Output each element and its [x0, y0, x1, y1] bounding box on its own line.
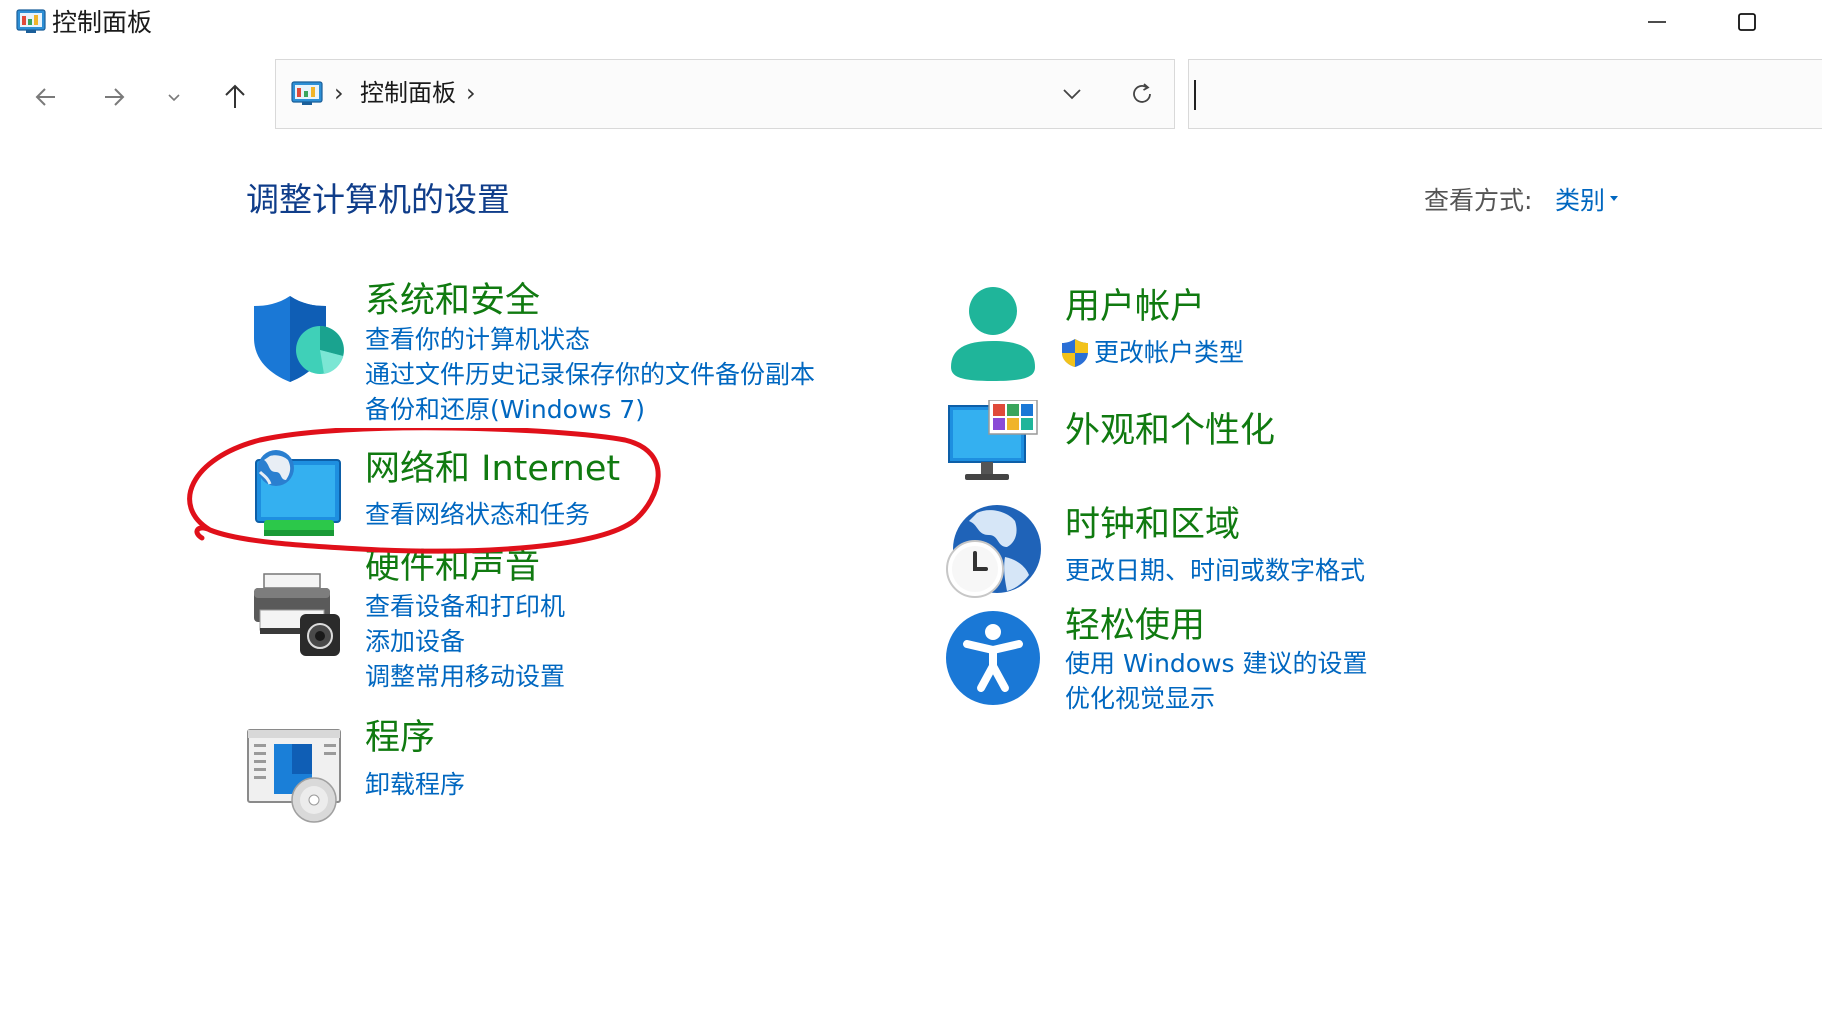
link-windows-suggested-settings[interactable]: 使用 Windows 建议的设置	[1065, 647, 1368, 681]
link-optimize-visual-display[interactable]: 优化视觉显示	[1065, 682, 1215, 716]
clock-globe-icon[interactable]	[945, 503, 1041, 599]
accessibility-icon[interactable]	[945, 610, 1041, 706]
page-title: 调整计算机的设置	[246, 180, 510, 219]
text-cursor	[1194, 80, 1196, 110]
category-appearance-personalization[interactable]: 外观和个性化	[1065, 409, 1275, 453]
link-devices-printers[interactable]: 查看设备和打印机	[365, 590, 565, 624]
address-bar[interactable]: › 控制面板 ›	[275, 59, 1175, 129]
link-mobility-settings[interactable]: 调整常用移动设置	[365, 660, 565, 694]
category-clock-region[interactable]: 时钟和区域	[1065, 503, 1240, 547]
chevron-down-icon	[1063, 89, 1081, 100]
breadcrumb-control-panel[interactable]: 控制面板	[360, 75, 456, 111]
user-icon[interactable]	[945, 285, 1041, 381]
link-file-history-backup[interactable]: 通过文件历史记录保存你的文件备份副本	[365, 358, 815, 392]
link-change-date-time-format[interactable]: 更改日期、时间或数字格式	[1065, 554, 1365, 588]
programs-disc-icon[interactable]	[246, 728, 342, 824]
maximize-button[interactable]	[1702, 0, 1792, 44]
link-uninstall-program[interactable]: 卸载程序	[365, 768, 465, 802]
arrow-up-icon	[225, 84, 245, 108]
breadcrumb-separator[interactable]: ›	[334, 75, 344, 111]
search-input[interactable]	[1188, 59, 1822, 129]
printer-icon[interactable]	[250, 570, 346, 666]
title-bar: 控制面板	[0, 0, 1822, 48]
dropdown-caret-icon[interactable]	[1610, 196, 1618, 201]
up-button[interactable]	[209, 72, 261, 122]
refresh-icon	[1133, 83, 1151, 103]
back-button[interactable]	[20, 72, 72, 122]
chevron-down-icon	[168, 94, 180, 102]
refresh-button[interactable]	[1122, 76, 1162, 112]
link-change-account-type[interactable]: 更改帐户类型	[1094, 336, 1244, 370]
view-by-dropdown[interactable]: 类别	[1555, 183, 1605, 219]
shield-icon[interactable]	[250, 290, 346, 386]
breadcrumb-separator[interactable]: ›	[466, 75, 476, 111]
forward-button[interactable]	[88, 72, 140, 122]
view-by-label: 查看方式:	[1424, 186, 1533, 215]
arrow-right-icon	[105, 88, 125, 106]
category-ease-of-access[interactable]: 轻松使用	[1065, 604, 1205, 648]
control-panel-app-icon	[16, 9, 46, 33]
uac-shield-icon	[1062, 339, 1088, 367]
recent-locations-button[interactable]	[152, 72, 196, 122]
address-dropdown-button[interactable]	[1052, 76, 1092, 112]
minimize-icon	[1648, 21, 1666, 23]
link-backup-restore[interactable]: 备份和还原(Windows 7)	[365, 393, 645, 427]
minimize-button[interactable]	[1612, 0, 1702, 44]
maximize-icon	[1738, 13, 1756, 31]
link-view-computer-status[interactable]: 查看你的计算机状态	[365, 323, 590, 357]
control-panel-icon	[291, 81, 323, 105]
link-add-device[interactable]: 添加设备	[365, 625, 465, 659]
arrow-left-icon	[35, 88, 55, 106]
category-programs[interactable]: 程序	[365, 716, 435, 760]
category-user-accounts[interactable]: 用户帐户	[1065, 285, 1205, 329]
monitor-tiles-icon[interactable]	[945, 400, 1041, 496]
category-system-security[interactable]: 系统和安全	[365, 279, 540, 323]
window-title: 控制面板	[52, 8, 153, 37]
red-annotation-circle	[187, 428, 661, 554]
